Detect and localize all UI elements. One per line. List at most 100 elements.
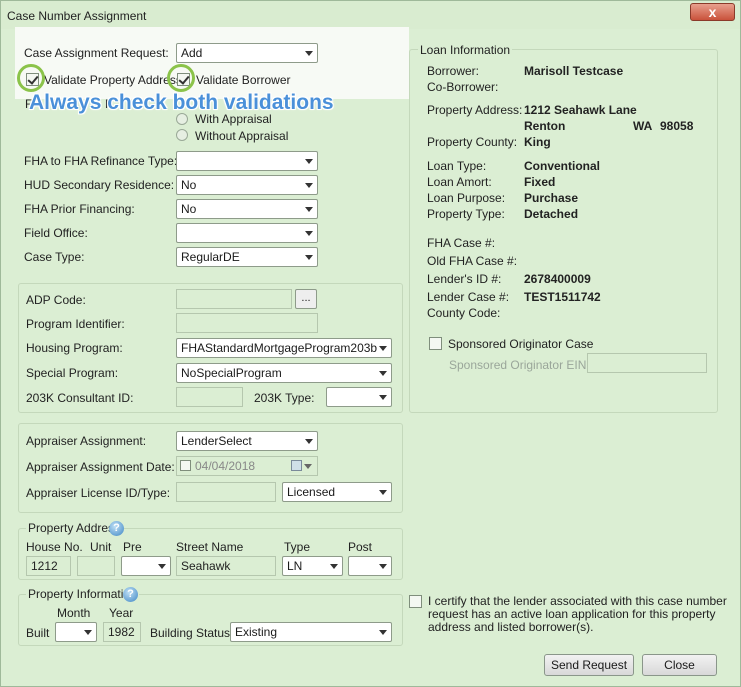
county-code-label: County Code: bbox=[427, 306, 501, 320]
loan-amort-label: Loan Amort: bbox=[427, 175, 492, 189]
housing-program-value: FHAStandardMortgageProgram203b bbox=[181, 341, 378, 355]
consultant-id-input[interactable] bbox=[176, 387, 243, 407]
calendar-icon[interactable] bbox=[291, 460, 302, 471]
special-program-label: Special Program: bbox=[26, 366, 119, 380]
with-appraisal-radio[interactable] bbox=[176, 113, 188, 125]
street-name-input[interactable]: Seahawk bbox=[176, 556, 276, 576]
hud-secondary-value: No bbox=[181, 178, 197, 192]
chevron-down-icon bbox=[305, 159, 313, 164]
pre-select[interactable] bbox=[121, 556, 171, 576]
without-appraisal-label: Without Appraisal bbox=[195, 129, 289, 143]
loan-purpose-value: Purchase bbox=[524, 191, 579, 205]
chevron-down-icon bbox=[379, 490, 387, 495]
built-year-input[interactable]: 1982 bbox=[103, 622, 141, 642]
case-type-label: Case Type: bbox=[24, 250, 85, 264]
housing-program-select[interactable]: FHAStandardMortgageProgram203b bbox=[176, 338, 392, 358]
program-id-label: Program Identifier: bbox=[26, 317, 125, 331]
built-month-select[interactable] bbox=[55, 622, 97, 642]
chevron-down-icon bbox=[379, 395, 387, 400]
send-request-button[interactable]: Send Request bbox=[544, 654, 634, 676]
without-appraisal-radio[interactable] bbox=[176, 129, 188, 141]
post-select[interactable] bbox=[348, 556, 392, 576]
property-address-legend: Property Address bbox=[26, 521, 123, 535]
case-assignment-value: Add bbox=[181, 46, 203, 60]
appraiser-license-input[interactable] bbox=[176, 482, 276, 502]
type-label: Type bbox=[284, 540, 311, 554]
street-name-label: Street Name bbox=[176, 540, 244, 554]
house-no-label: House No. bbox=[26, 540, 83, 554]
hud-secondary-label: HUD Secondary Residence: bbox=[24, 178, 175, 192]
street-type-value: LN bbox=[287, 559, 303, 573]
appraiser-license-label: Appraiser License ID/Type: bbox=[26, 486, 171, 500]
unit-label: Unit bbox=[90, 540, 112, 554]
annotation-callout: Always check both validations bbox=[29, 91, 334, 114]
appraiser-license-type-value: Licensed bbox=[287, 485, 336, 499]
unit-input[interactable] bbox=[77, 556, 115, 576]
certify-line2: request has an active loan application f… bbox=[428, 607, 716, 621]
loan-type-label: Loan Type: bbox=[427, 159, 487, 173]
chevron-down-icon bbox=[379, 371, 387, 376]
help-icon[interactable]: ? bbox=[109, 521, 124, 536]
validate-property-label: Validate Property Address bbox=[44, 73, 182, 87]
close-button[interactable]: Close bbox=[642, 654, 717, 676]
loan-info-legend: Loan Information bbox=[418, 43, 513, 57]
chevron-down-icon bbox=[379, 630, 387, 635]
chevron-down-icon bbox=[305, 183, 313, 188]
adp-code-input[interactable] bbox=[176, 289, 292, 309]
fha-case-label: FHA Case #: bbox=[427, 236, 496, 250]
adp-code-browse-button[interactable]: ... bbox=[295, 289, 317, 309]
type-203k-select[interactable] bbox=[326, 387, 392, 407]
appraiser-date-label: Appraiser Assignment Date: bbox=[26, 460, 175, 474]
chevron-down-icon bbox=[84, 630, 92, 635]
sponsored-ein-input[interactable] bbox=[587, 353, 707, 373]
lender-case-value: TEST1511742 bbox=[524, 290, 601, 304]
with-appraisal-label: With Appraisal bbox=[195, 112, 272, 126]
property-type-label: Property Type: bbox=[427, 207, 505, 221]
year-label: Year bbox=[109, 606, 134, 620]
highlight-ring-borrower bbox=[167, 64, 195, 92]
month-label: Month bbox=[57, 606, 91, 620]
fha-refi-type-select[interactable] bbox=[176, 151, 318, 171]
appraiser-date-checkbox[interactable] bbox=[180, 460, 191, 471]
lender-id-label: Lender's ID #: bbox=[427, 272, 502, 286]
lender-case-label: Lender Case #: bbox=[427, 290, 510, 304]
house-no-input[interactable]: 1212 bbox=[26, 556, 71, 576]
housing-program-label: Housing Program: bbox=[26, 341, 123, 355]
borrower-label: Borrower: bbox=[427, 64, 480, 78]
fha-prior-select[interactable]: No bbox=[176, 199, 318, 219]
chevron-down-icon bbox=[305, 439, 313, 444]
chevron-down-icon bbox=[379, 564, 387, 569]
chevron-down-icon bbox=[305, 255, 313, 260]
hud-secondary-select[interactable]: No bbox=[176, 175, 318, 195]
case-type-value: RegularDE bbox=[181, 250, 240, 264]
case-type-select[interactable]: RegularDE bbox=[176, 247, 318, 267]
special-program-value: NoSpecialProgram bbox=[181, 366, 282, 380]
certify-checkbox[interactable] bbox=[409, 595, 422, 608]
appraiser-license-type-select[interactable]: Licensed bbox=[282, 482, 392, 502]
address-zip: 98058 bbox=[660, 119, 694, 133]
case-assignment-select[interactable]: Add bbox=[176, 43, 318, 63]
program-id-input[interactable] bbox=[176, 313, 318, 333]
sponsored-originator-label: Sponsored Originator Case bbox=[448, 337, 594, 351]
street-type-select[interactable]: LN bbox=[282, 556, 343, 576]
fha-prior-value: No bbox=[181, 202, 197, 216]
address-line1: 1212 Seahawk Lane bbox=[524, 103, 637, 117]
appraiser-assignment-select[interactable]: LenderSelect bbox=[176, 431, 318, 451]
field-office-label: Field Office: bbox=[24, 226, 88, 240]
loan-type-value: Conventional bbox=[524, 159, 601, 173]
type-203k-label: 203K Type: bbox=[254, 391, 315, 405]
special-program-select[interactable]: NoSpecialProgram bbox=[176, 363, 392, 383]
validate-borrower-label: Validate Borrower bbox=[196, 73, 291, 87]
property-type-value: Detached bbox=[524, 207, 579, 221]
address-city: Renton bbox=[524, 119, 566, 133]
case-number-assignment-window: Case Number Assignment x Case Assignment… bbox=[0, 0, 741, 687]
sponsored-originator-checkbox[interactable] bbox=[429, 337, 442, 350]
county-label: Property County: bbox=[427, 135, 518, 149]
field-office-select[interactable] bbox=[176, 223, 318, 243]
help-icon[interactable]: ? bbox=[123, 587, 138, 602]
close-window-button[interactable]: x bbox=[690, 3, 735, 21]
building-status-select[interactable]: Existing bbox=[230, 622, 392, 642]
pre-label: Pre bbox=[123, 540, 142, 554]
chevron-down-icon bbox=[305, 51, 313, 56]
old-fha-case-label: Old FHA Case #: bbox=[427, 254, 518, 268]
